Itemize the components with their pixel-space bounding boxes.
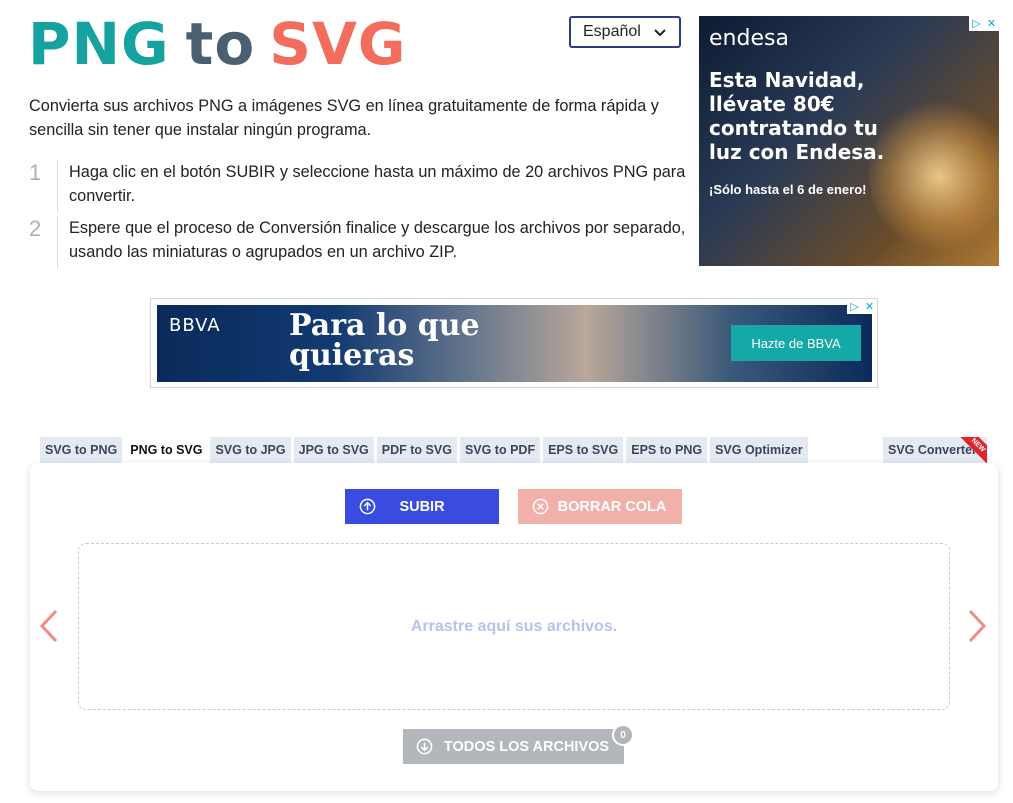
dropzone[interactable]: Arrastre aquí sus archivos. (78, 543, 950, 710)
upload-button[interactable]: SUBIR (345, 489, 499, 524)
ad-brand: BBVA (169, 315, 221, 336)
step-text: Haga clic en el botón SUBIR y seleccione… (69, 163, 686, 205)
tab-svg-to-pdf[interactable]: SVG to PDF (459, 437, 541, 463)
step-1: 1 Haga clic en el botón SUBIR y seleccio… (29, 160, 689, 212)
adchoices-icon[interactable]: ▷ (969, 16, 984, 31)
banner-advertisement-frame: BBVA Para lo que quieras Hazte de BBVA ▷… (150, 298, 878, 388)
logo-to-text: to (185, 10, 256, 78)
site-logo[interactable]: PNG to SVG (28, 10, 407, 78)
close-icon[interactable]: ✕ (862, 299, 877, 314)
tab-svg-converter[interactable]: SVG Converter NEW (883, 437, 987, 463)
ad-subline: ¡Sólo hasta el 6 de enero! (709, 182, 867, 197)
ad-cta-button[interactable]: Hazte de BBVA (731, 325, 861, 361)
step-number: 1 (29, 160, 58, 212)
tab-svg-to-png[interactable]: SVG to PNG (40, 437, 123, 463)
adchoices-icon[interactable]: ▷ (847, 299, 862, 314)
side-advertisement[interactable]: endesa Esta Navidad, llévate 80€ contrat… (699, 16, 999, 266)
converter-tabs: SVG to PNG PNG to SVG SVG to JPG JPG to … (40, 437, 811, 463)
clear-queue-button-label: BORRAR COLA (557, 498, 667, 515)
tab-label: SVG Converter (888, 443, 977, 457)
step-2: 2 Espere que el proceso de Conversión fi… (29, 216, 689, 268)
ad-headline: Para lo que quieras (289, 311, 480, 371)
chevron-down-icon (654, 29, 666, 37)
tab-pdf-to-svg[interactable]: PDF to SVG (376, 437, 457, 463)
ad-headline: Esta Navidad, llévate 80€ contratando tu… (709, 68, 885, 164)
ad-choices-badge[interactable]: ▷ ✕ (969, 16, 999, 31)
language-select-value: Español (583, 23, 641, 40)
tab-eps-to-png[interactable]: EPS to PNG (626, 437, 708, 463)
chevron-left-icon[interactable] (38, 608, 60, 644)
tab-jpg-to-svg[interactable]: JPG to SVG (293, 437, 374, 463)
clear-x-icon (532, 498, 549, 515)
ad-headline-line: Para lo que (289, 308, 480, 343)
intro-text: Convierta sus archivos PNG a imágenes SV… (29, 97, 659, 139)
clear-queue-button[interactable]: BORRAR COLA (518, 489, 682, 524)
step-text: Espere que el proceso de Conversión fina… (69, 219, 686, 261)
tab-eps-to-svg[interactable]: EPS to SVG (543, 437, 624, 463)
download-all-button[interactable]: TODOS LOS ARCHIVOS (403, 729, 624, 764)
chevron-right-icon[interactable] (966, 608, 988, 644)
tab-png-to-svg[interactable]: PNG to SVG (125, 437, 208, 463)
download-arrow-icon (416, 738, 433, 755)
banner-advertisement[interactable]: BBVA Para lo que quieras Hazte de BBVA (157, 305, 872, 382)
logo-png-text: PNG (28, 10, 170, 78)
close-icon[interactable]: ✕ (984, 16, 999, 31)
tab-svg-to-jpg[interactable]: SVG to JPG (210, 437, 291, 463)
step-number: 2 (29, 216, 58, 268)
upload-arrow-icon (359, 498, 376, 515)
logo-svg-text: SVG (269, 10, 407, 78)
file-count-badge: 0 (612, 724, 634, 746)
tab-svg-optimizer[interactable]: SVG Optimizer (710, 437, 808, 463)
ad-headline-line: quieras (289, 338, 415, 373)
ad-choices-badge[interactable]: ▷ ✕ (847, 299, 877, 314)
upload-button-label: SUBIR (399, 498, 445, 515)
language-select[interactable]: Español (569, 16, 681, 48)
download-all-button-label: TODOS LOS ARCHIVOS (443, 738, 610, 755)
ad-brand: endesa (709, 26, 789, 51)
dropzone-text: Arrastre aquí sus archivos. (410, 617, 618, 635)
